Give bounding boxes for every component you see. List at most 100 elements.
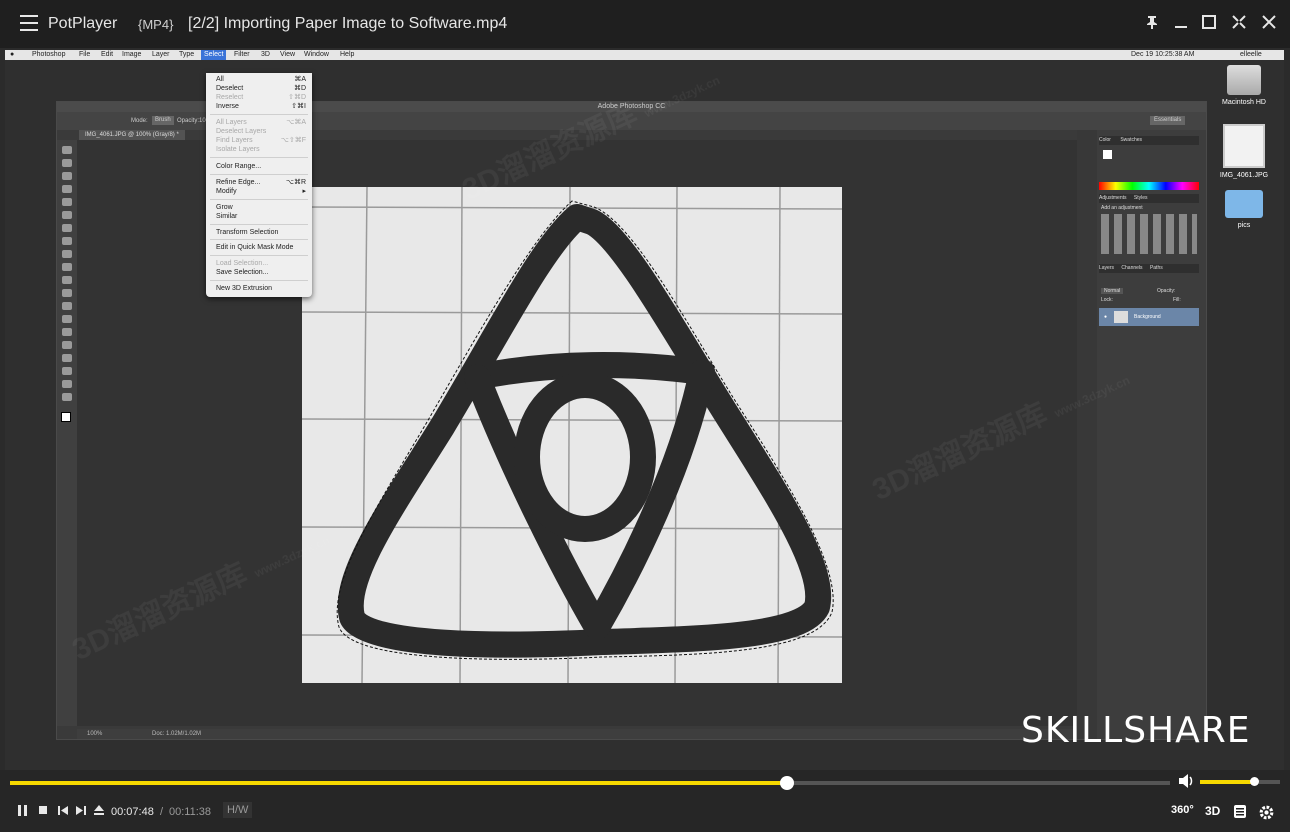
video-area[interactable]: ● Photoshop File Edit Image Layer Type S… [0,48,1290,770]
menu-hamburger-icon[interactable] [20,15,38,31]
format-label: {MP4} [138,17,174,32]
volume-icon[interactable] [1178,773,1194,789]
desktop-icon-pics-folder: pics [1218,190,1270,229]
menu-window: Window [304,51,329,58]
dodge-tool-icon [62,315,72,323]
desktop-icon-image-file: IMG_4061.JPG [1218,124,1270,179]
menu-help: Help [340,51,355,58]
menu-separator [210,114,308,115]
volume-level [1200,780,1254,784]
menu-item-isolate-layers: Isolate Layers [216,146,260,153]
mac-desktop: Adobe Photoshop CC Mode: Brush Opacity: … [5,60,1284,770]
close-icon[interactable] [1260,14,1278,32]
menubar-user: elleelle [1240,51,1262,58]
menu-item-new-3d-extrusion: New 3D Extrusion [216,285,273,292]
previous-icon[interactable] [57,804,69,820]
menu-separator [210,157,308,158]
mode-value: Brush [152,116,174,125]
workspace-select: Essentials [1150,116,1186,125]
current-time: 00:07:48 [111,806,154,818]
shape-tool-icon [62,367,72,375]
path-select-tool-icon [62,354,72,362]
marquee-tool-icon [62,159,72,167]
eject-icon[interactable] [93,804,105,820]
maximize-icon[interactable] [1200,14,1218,32]
menu-item-quick-mask: Edit in Quick Mask Mode [216,244,294,251]
app-name: PotPlayer [48,15,118,32]
file-title: [2/2] Importing Paper Image to Software.… [188,15,508,32]
desktop-icon-macintosh-hd: Macintosh HD [1218,65,1270,106]
menu-item-deselect: Deselect ⌘D [216,85,306,92]
add-adjustment-label: Add an adjustment [1101,205,1143,211]
vr-360-button[interactable]: 360° [1171,804,1194,816]
foreground-color-icon [61,412,71,422]
eyedropper-tool-icon [62,211,72,219]
menu-item-refine-edge: Refine Edge... ⌥⌘R [216,179,306,186]
menu-item-all-layers: All Layers ⌥⌘A [216,119,306,126]
volume-handle[interactable] [1249,777,1259,786]
minimize-icon[interactable] [1172,14,1190,32]
mode-label: Mode: [131,118,148,124]
seek-bar[interactable] [10,776,1170,790]
folder-icon [1225,190,1263,218]
menu-item-save-selection: Save Selection... [216,269,269,276]
adjustments-tab: Adjustments [1099,195,1127,201]
menu-item-find-layers: Find Layers ⌥⇧⌘F [216,137,306,144]
menu-edit: Edit [101,51,114,58]
status-doc-size: Doc: 1.02M/1.02M [152,731,202,737]
menu-item-grow: Grow [216,204,233,211]
menu-separator [210,280,308,281]
next-icon[interactable] [75,804,87,820]
menu-select: Select [201,50,227,60]
styles-tab: Styles [1133,195,1148,201]
mac-menubar: ● Photoshop File Edit Image Layer Type S… [5,50,1284,60]
stop-icon[interactable] [38,804,48,820]
image-file-icon [1223,124,1265,168]
layer-thumbnail [1114,311,1128,323]
history-brush-tool-icon [62,263,72,271]
color-tab: Color [1099,137,1111,143]
select-menu-dropdown: All ⌘A Deselect ⌘D Reselect ⇧⌘D Inverse ⇧⌘I … [206,73,312,297]
status-zoom: 100% [87,731,103,737]
layers-panel-header: Layers Channels Paths [1099,264,1199,273]
adjustments-panel-header: Adjustments Styles [1099,194,1199,203]
hw-decoder-button[interactable]: H/W [223,802,253,818]
skillshare-logo: SKILLSHARE [1021,710,1251,751]
menu-separator [210,199,308,200]
pin-icon[interactable] [1143,14,1161,32]
color-panel-header: Color Swatches [1099,136,1199,145]
player-controls: 00:07:48 / 00:11:38 H/W 360° 3D [0,796,1290,832]
menu-3d: 3D [261,51,270,58]
pen-tool-icon [62,328,72,336]
menu-item-all: All ⌘A [216,76,306,83]
menu-photoshop: Photoshop [32,51,66,58]
eye-icon: ● [1104,314,1108,320]
hard-drive-icon [1227,65,1261,95]
playlist-icon[interactable] [1233,804,1247,822]
hand-tool-icon [62,380,72,388]
layer-background-row: ● Background [1099,308,1199,326]
seek-bar-handle[interactable] [780,776,795,790]
adjustment-icons [1101,214,1197,254]
ps-document-tab: IMG_4061.JPG @ 100% (Gray/8) * [79,130,185,140]
menu-separator [210,174,308,175]
paper-image [302,187,842,683]
type-tool-icon [62,341,72,349]
menu-layer: Layer [152,51,170,58]
menu-filter: Filter [234,51,250,58]
3d-button[interactable]: 3D [1205,804,1220,818]
magic-wand-tool-icon [62,185,72,193]
triangle-eye-drawing [302,187,842,683]
fullscreen-icon[interactable] [1230,14,1248,32]
lasso-tool-icon [62,172,72,180]
volume-slider[interactable] [1200,777,1280,786]
apple-icon: ● [10,51,15,58]
lock-label: Lock: [1101,297,1113,303]
menu-separator [210,224,308,225]
settings-gear-icon[interactable] [1258,804,1275,824]
menu-file: File [79,51,91,58]
menu-item-reselect: Reselect ⇧⌘D [216,94,306,101]
panel-icon-strip [1077,130,1097,739]
move-tool-icon [62,146,72,154]
pause-icon[interactable] [17,804,29,820]
